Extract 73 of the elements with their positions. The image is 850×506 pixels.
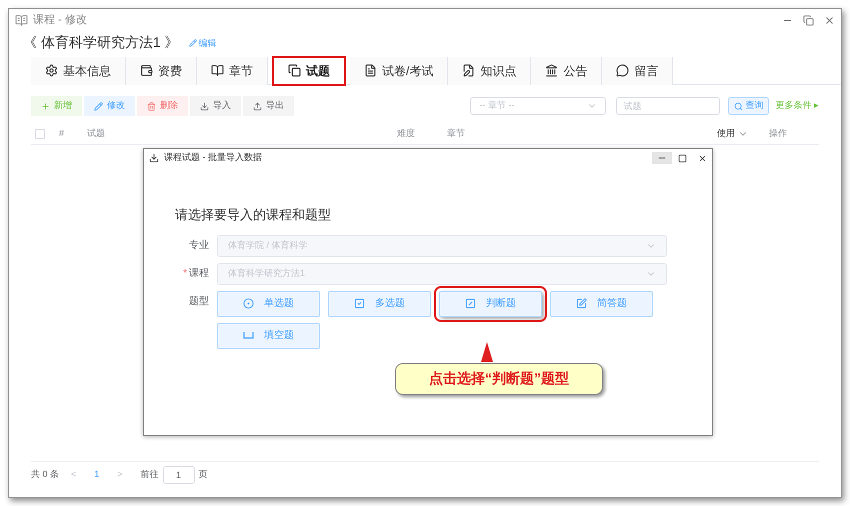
pencil-icon — [188, 39, 197, 48]
tab[interactable]: 章节 — [197, 56, 268, 84]
goto-label: 前往 — [140, 468, 159, 481]
question-type-button[interactable]: 多选题 — [328, 290, 431, 316]
copy-icon — [288, 64, 301, 77]
field-label: 专业 — [189, 238, 209, 253]
tab[interactable]: 资费 — [126, 56, 197, 84]
tab[interactable]: 公告 — [531, 56, 602, 84]
edit-button[interactable]: 修改 — [84, 96, 135, 116]
judge-icon — [465, 298, 476, 309]
page-field[interactable]: 1 — [162, 466, 195, 484]
column-header: 试题 — [87, 126, 105, 140]
callout-arrow — [480, 340, 494, 362]
upload-icon — [253, 102, 262, 110]
import-button[interactable]: 导入 — [190, 96, 241, 116]
page-unit: 页 — [198, 468, 208, 481]
delete-button[interactable]: 删除 — [137, 96, 188, 116]
book-icon — [211, 64, 224, 77]
column-header: # — [59, 126, 64, 140]
download-icon — [149, 153, 159, 163]
export-button[interactable]: 导出 — [243, 96, 294, 116]
question-field[interactable]: 试题 — [616, 97, 720, 115]
tab[interactable]: 试题 — [272, 56, 346, 86]
field-label: 题型 — [189, 294, 209, 308]
gear-icon — [45, 64, 58, 77]
select-placeholder: -- 章节 -- — [479, 99, 514, 112]
more-filters-link[interactable]: 更多条件 ▸ — [775, 99, 819, 113]
column-header: 操作 — [769, 126, 787, 140]
column-header: 难度 — [397, 126, 415, 140]
search-button[interactable]: 查询 — [728, 97, 770, 115]
close-icon[interactable] — [698, 154, 706, 162]
dialog-title: 课程试题 - 批量导入数据 — [164, 151, 262, 164]
edit-link[interactable]: 编辑 — [188, 36, 217, 50]
maximize-icon[interactable] — [678, 154, 686, 162]
search-icon — [734, 102, 744, 110]
next-page[interactable]: > — [117, 468, 123, 482]
course-title: 《 体育科学研究方法1 》 — [23, 33, 179, 52]
select-all-checkbox[interactable] — [35, 128, 45, 138]
building-icon — [545, 64, 558, 77]
chapter-select[interactable]: -- 章节 -- — [470, 97, 606, 115]
field-label: 课程 — [189, 267, 209, 281]
radio-icon — [243, 298, 254, 309]
question-type-button[interactable]: 填空题 — [217, 322, 320, 348]
dialog-heading: 请选择要导入的课程和题型 — [175, 206, 332, 224]
checkbox-icon — [354, 298, 365, 309]
edit-icon — [576, 298, 587, 309]
question-type-button[interactable]: 单选题 — [217, 290, 320, 316]
chat-icon — [616, 64, 630, 77]
wallet-icon — [140, 64, 153, 77]
page-number[interactable]: 1 — [88, 468, 106, 482]
minimize-button[interactable] — [652, 152, 672, 164]
restore-icon[interactable] — [803, 14, 814, 26]
prev-page[interactable]: < — [71, 468, 76, 482]
document-icon — [364, 64, 377, 77]
plus-icon — [41, 102, 50, 110]
column-header: 使用 — [717, 126, 735, 140]
total-count: 共 0 条 — [31, 468, 60, 481]
tab[interactable]: 试卷/考试 — [350, 56, 448, 84]
tab[interactable]: 留言 — [602, 56, 674, 84]
book-icon — [15, 14, 28, 26]
pencil-icon — [94, 102, 103, 110]
tab[interactable]: 基本信息 — [31, 56, 126, 84]
bracket-icon — [243, 332, 254, 339]
window-title: 课程 - 修改 — [33, 12, 87, 28]
question-type-button[interactable]: 简答题 — [550, 290, 653, 316]
download-icon — [200, 102, 209, 110]
tab[interactable]: 知识点 — [448, 56, 532, 84]
callout-bubble: 点击选择“判断题”题型 — [395, 362, 603, 394]
column-header: 章节 — [447, 126, 465, 140]
trash-icon — [147, 102, 156, 110]
required-mark: * — [183, 267, 187, 281]
add-button[interactable]: 新增 — [31, 96, 82, 116]
pen-document-icon — [462, 64, 476, 77]
